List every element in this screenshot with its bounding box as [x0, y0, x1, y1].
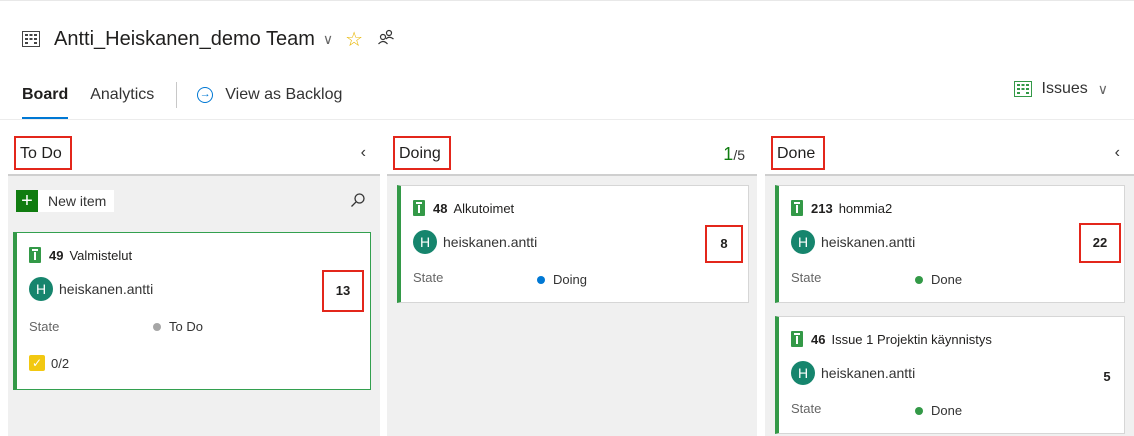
checkmark-icon: ✓: [29, 355, 45, 371]
state-label: State: [29, 319, 60, 334]
team-board-icon: [22, 30, 40, 48]
effort-value: 5: [1103, 369, 1111, 384]
column-header-doing: Doing 1/5: [387, 128, 757, 176]
checklist-progress: 0/2: [51, 355, 70, 371]
card-46[interactable]: 46 Issue 1 Projektin käynnistys H heiska…: [775, 316, 1125, 434]
work-item-id: 46: [811, 331, 826, 347]
assignee[interactable]: H heiskanen.antti: [29, 277, 153, 301]
column-doing: Doing 1/5 48 Alkutoimet H heiskanen.antt…: [387, 128, 757, 436]
header-divider: [0, 119, 1134, 120]
avatar: H: [29, 277, 53, 301]
card-title[interactable]: 213 hommia2: [791, 200, 892, 216]
view-as-backlog-link[interactable]: → View as Backlog: [197, 86, 342, 104]
card-title[interactable]: 48 Alkutoimet: [413, 200, 514, 216]
tab-board[interactable]: Board: [22, 81, 69, 119]
work-item-title: hommia2: [838, 200, 893, 216]
state-label: State: [413, 270, 444, 285]
new-item-label: New item: [48, 193, 107, 209]
assignee[interactable]: H heiskanen.antti: [791, 361, 915, 385]
wip-max: /5: [733, 147, 745, 163]
assignee-name: heiskanen.antti: [59, 281, 154, 297]
work-item-title: Valmistelut: [69, 247, 133, 263]
issue-icon: [791, 331, 803, 347]
assignee[interactable]: H heiskanen.antti: [791, 230, 915, 254]
state-value: To Do: [169, 319, 203, 334]
column-done: Done ‹ 213 hommia2 H heiskanen.antti 22 …: [765, 128, 1134, 436]
issue-icon: [29, 247, 41, 263]
work-item-id: 213: [811, 200, 833, 216]
chevron-down-icon: ∨: [1097, 80, 1108, 97]
issue-icon: [413, 200, 425, 216]
column-todo: To Do ‹ + New item 49 Valmistelut H heis…: [8, 128, 380, 436]
avatar: H: [791, 361, 815, 385]
collapse-column-icon[interactable]: ‹: [361, 144, 366, 162]
collapse-column-icon[interactable]: ‹: [1115, 144, 1120, 162]
avatar: H: [791, 230, 815, 254]
state-value: Doing: [553, 272, 587, 287]
plus-icon: +: [16, 190, 38, 212]
state-label: State: [791, 401, 822, 416]
board-tabs: Board Analytics → View as Backlog: [22, 78, 342, 119]
assignee-name: heiskanen.antti: [443, 234, 538, 250]
search-icon[interactable]: [350, 192, 366, 208]
top-border: [0, 0, 1134, 4]
card-213[interactable]: 213 hommia2 H heiskanen.antti 22 State D…: [775, 185, 1125, 303]
card-title[interactable]: 46 Issue 1 Projektin käynnistys: [791, 331, 992, 347]
state-dot-icon: [153, 322, 161, 331]
state-dot-icon: [537, 275, 545, 284]
state-dot-icon: [915, 275, 923, 284]
wip-current: 1: [723, 144, 734, 164]
work-item-id: 48: [433, 200, 448, 216]
effort-value: 22: [1079, 223, 1121, 263]
state-value: Done: [931, 272, 963, 287]
avatar: H: [413, 230, 437, 254]
favorite-star-icon[interactable]: ☆: [345, 27, 363, 52]
backlog-level-label: Issues: [1041, 80, 1088, 97]
state-field[interactable]: Doing: [537, 272, 587, 287]
column-title-todo: To Do: [14, 136, 72, 170]
column-title-doing: Doing: [393, 136, 451, 170]
issue-icon: [791, 200, 803, 216]
backlog-board-icon: [1013, 81, 1032, 97]
column-header-todo: To Do ‹: [8, 128, 380, 176]
wip-limit: 1/5: [723, 144, 745, 165]
work-item-id: 49: [49, 247, 64, 263]
tab-divider: [176, 82, 178, 108]
state-label: State: [791, 270, 822, 285]
column-title-done: Done: [771, 136, 826, 170]
state-field[interactable]: Done: [915, 403, 962, 418]
team-header: Antti_Heiskanen_demo Team ∨ ☆: [22, 24, 395, 54]
assignee[interactable]: H heiskanen.antti: [413, 230, 537, 254]
view-as-backlog-label: View as Backlog: [225, 86, 343, 103]
team-members-icon[interactable]: [377, 28, 395, 51]
state-field[interactable]: To Do: [153, 319, 203, 334]
card-49[interactable]: 49 Valmistelut H heiskanen.antti 13 Stat…: [13, 232, 371, 390]
assignee-name: heiskanen.antti: [821, 365, 916, 381]
backlog-level-picker[interactable]: Issues ∨: [1013, 80, 1108, 98]
work-item-title: Issue 1 Projektin käynnistys: [831, 331, 992, 347]
checklist[interactable]: ✓ 0/2: [29, 355, 69, 371]
work-item-title: Alkutoimet: [453, 200, 515, 216]
card-48[interactable]: 48 Alkutoimet H heiskanen.antti 8 State …: [397, 185, 749, 303]
column-header-done: Done ‹: [765, 128, 1134, 176]
effort-value: 8: [705, 225, 743, 263]
team-chevron-down-icon[interactable]: ∨: [323, 31, 333, 48]
team-title[interactable]: Antti_Heiskanen_demo Team: [54, 28, 315, 51]
effort-value: 13: [322, 270, 364, 312]
state-dot-icon: [915, 406, 923, 415]
new-item-button[interactable]: + New item: [16, 190, 115, 212]
arrow-right-circle-icon: →: [197, 87, 214, 103]
state-field[interactable]: Done: [915, 272, 962, 287]
tab-analytics[interactable]: Analytics: [90, 81, 154, 109]
assignee-name: heiskanen.antti: [821, 234, 916, 250]
state-value: Done: [931, 403, 963, 418]
card-title[interactable]: 49 Valmistelut: [29, 247, 132, 263]
